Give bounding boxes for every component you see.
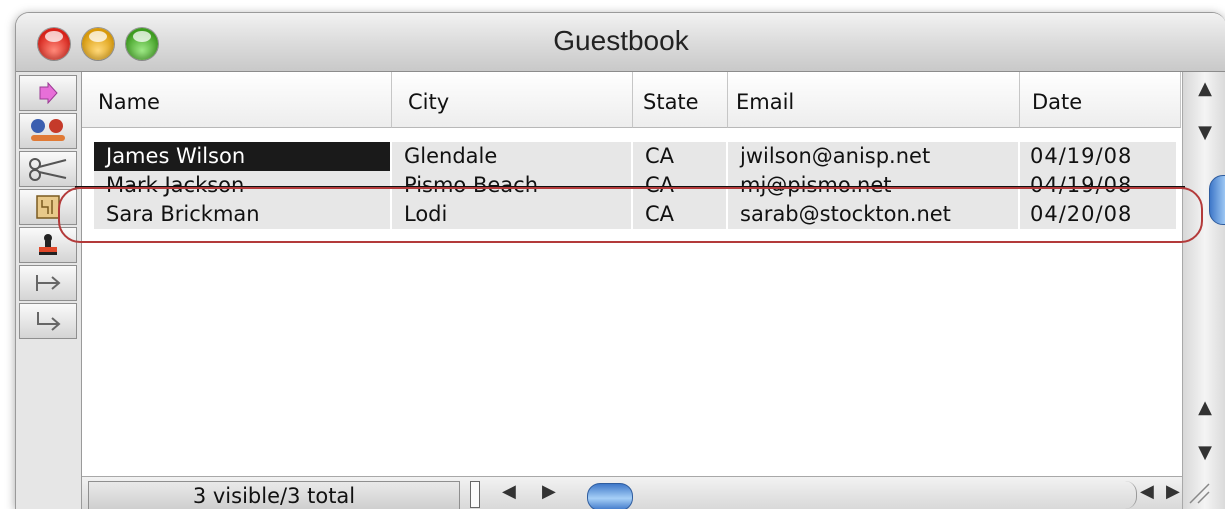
scissors-icon xyxy=(29,158,67,181)
tool-palette xyxy=(16,72,82,509)
column-header-date[interactable]: Date xyxy=(1020,72,1181,128)
horizontal-scrollbar[interactable]: 3 visible/3 total ◀ ▶ ◀ ▶ xyxy=(82,476,1182,509)
vertical-scrollbar[interactable]: ▲ ▼ ▲ ▼ xyxy=(1182,72,1225,509)
scroll-right-icon[interactable]: ▶ xyxy=(1166,481,1180,502)
scissors-tool-button[interactable] xyxy=(19,151,77,187)
pane-splitter[interactable] xyxy=(470,481,480,508)
column-header-city[interactable]: City xyxy=(392,72,633,128)
scroll-down-icon[interactable]: ▼ xyxy=(1183,122,1225,143)
guestbook-window: Guestbook Name City State Email Date Jam… xyxy=(15,12,1225,509)
cell-state[interactable]: CA xyxy=(633,142,728,171)
tab-arrow-icon xyxy=(36,275,61,291)
scroll-track-end xyxy=(1118,481,1137,509)
window-title: Guestbook xyxy=(553,25,689,56)
return-arrow-icon xyxy=(37,312,61,331)
scroll-left-icon[interactable]: ◀ xyxy=(1140,481,1154,502)
horizontal-scroll-thumb[interactable] xyxy=(587,483,633,509)
return-tool-button[interactable] xyxy=(19,303,77,339)
column-header-state[interactable]: State xyxy=(633,72,728,128)
stamp-icon xyxy=(39,234,57,255)
cell-city[interactable]: Glendale xyxy=(392,142,633,171)
scroll-up-icon[interactable]: ▲ xyxy=(1183,78,1225,99)
column-header-name[interactable]: Name xyxy=(82,72,392,128)
cell-name[interactable]: James Wilson xyxy=(94,142,392,171)
group-tool-button[interactable] xyxy=(19,113,77,149)
title-bar[interactable]: Guestbook xyxy=(16,13,1225,72)
column-header-email[interactable]: Email xyxy=(728,72,1020,128)
data-sheet: Name City State Email Date James Wilson … xyxy=(82,72,1181,476)
scroll-down-icon[interactable]: ▼ xyxy=(1183,442,1225,463)
record-count-status: 3 visible/3 total xyxy=(88,481,460,509)
pointer-tool-button[interactable] xyxy=(19,75,77,111)
cell-email[interactable]: jwilson@anisp.net xyxy=(728,142,1020,171)
scroll-left-icon[interactable]: ◀ xyxy=(502,481,516,502)
pink-arrow-icon xyxy=(39,82,58,104)
highlight-oval xyxy=(58,187,1203,243)
cell-date[interactable]: 04/19/08 xyxy=(1020,142,1178,171)
tab-tool-button[interactable] xyxy=(19,265,77,301)
scroll-up-icon[interactable]: ▲ xyxy=(1183,397,1225,418)
table-row[interactable]: James Wilson Glendale CA jwilson@anisp.n… xyxy=(88,142,1178,171)
resize-grip-icon[interactable] xyxy=(1180,474,1210,504)
people-icon xyxy=(31,119,65,141)
scroll-right-icon[interactable]: ▶ xyxy=(542,481,556,502)
vertical-scroll-thumb[interactable] xyxy=(1209,175,1225,225)
